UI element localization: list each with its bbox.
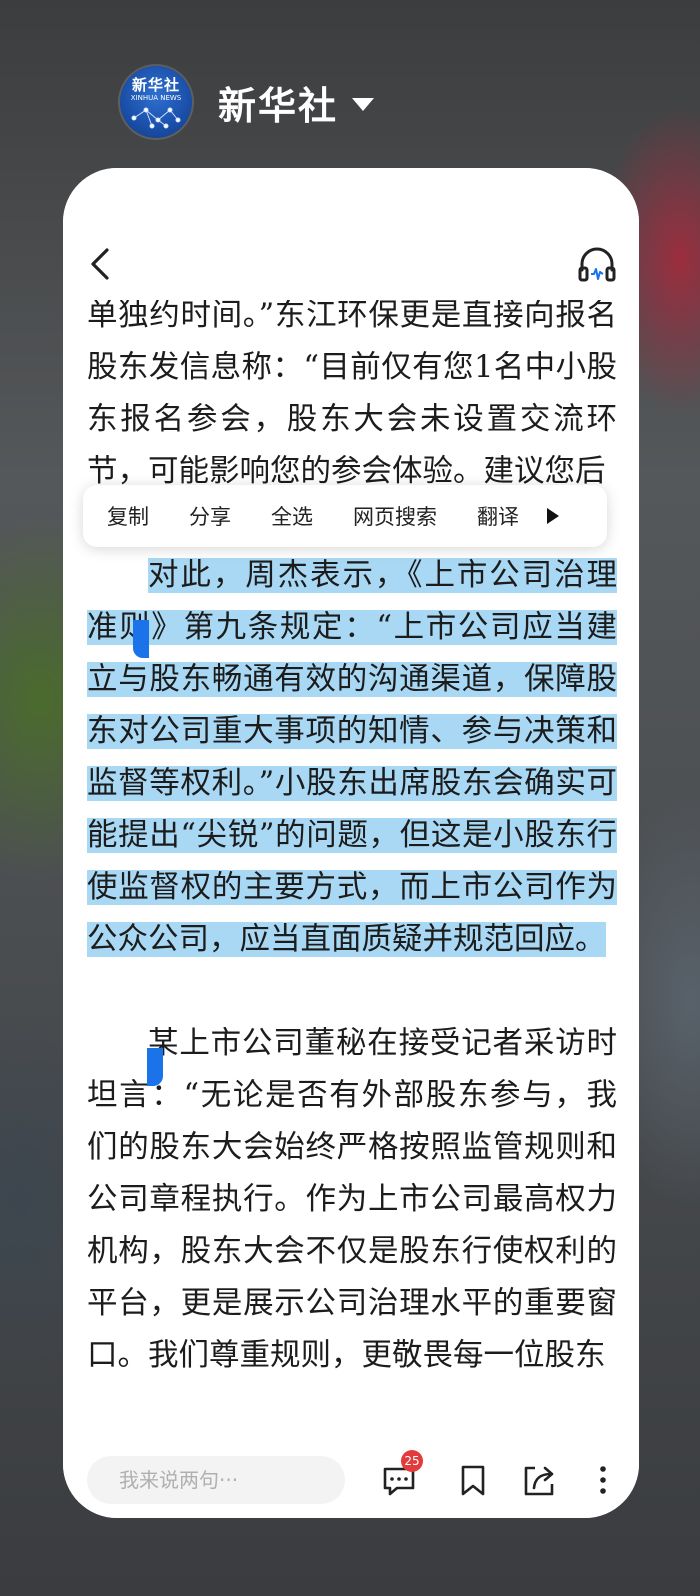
article-card: 单独约时间。”东江环保更是直接向报名股东发信息称：“目前仅有您1名中小股东报名参… (63, 168, 639, 1518)
xinhua-logo: 新华社 XINHUA NEWS (120, 66, 192, 138)
article-bottombar: 25 (63, 1440, 639, 1518)
article-paragraph-selected[interactable]: 对此，周杰表示，《上市公司治理准则》第九条规定：“上市公司应当建立与股东畅通有效… (87, 550, 617, 966)
more-button[interactable] (585, 1462, 621, 1498)
menu-web-search[interactable]: 网页搜索 (353, 501, 437, 531)
logo-text-en: XINHUA NEWS (130, 94, 182, 102)
menu-select-all[interactable]: 全选 (271, 501, 313, 531)
menu-copy[interactable]: 复制 (107, 501, 149, 531)
article-topbar (63, 168, 639, 300)
back-button[interactable] (85, 244, 115, 284)
article-body[interactable]: 单独约时间。”东江环保更是直接向报名股东发信息称：“目前仅有您1名中小股东报名参… (87, 290, 617, 1382)
listen-button[interactable] (577, 244, 617, 284)
chevron-left-icon (91, 248, 109, 280)
app-name: 新华社 (218, 83, 339, 128)
article-paragraph: 某上市公司董秘在接受记者采访时坦言：“无论是否有外部股东参与，我们的股东大会始终… (87, 1026, 617, 1373)
selection-start-handle[interactable] (133, 620, 149, 658)
text-selection-menu: 复制 分享 全选 网页搜索 翻译 (83, 485, 607, 547)
selection-end-handle[interactable] (147, 1048, 163, 1086)
menu-translate[interactable]: 翻译 (477, 501, 519, 531)
network-icon (131, 107, 181, 129)
comment-input[interactable] (87, 1456, 345, 1504)
share-icon (524, 1466, 554, 1496)
logo-text-cn: 新华社 (131, 76, 180, 94)
text-selection[interactable]: 对此，周杰表示，《上市公司治理准则》第九条规定：“上市公司应当建立与股东畅通有效… (87, 558, 617, 957)
app-header: 新华社 XINHUA NEWS 新华社 (120, 64, 375, 140)
more-vertical-icon (600, 1466, 606, 1494)
headphones-icon (578, 247, 616, 282)
chat-bubble-icon (383, 1467, 415, 1496)
app-switch-dropdown-icon[interactable] (352, 97, 375, 111)
article-paragraph: 单独约时间。”东江环保更是直接向报名股东发信息称：“目前仅有您1名中小股东报名参… (87, 298, 617, 489)
bookmark-icon (461, 1465, 485, 1496)
menu-more-icon[interactable] (547, 508, 559, 524)
comment-count-badge: 25 (401, 1450, 423, 1472)
menu-share[interactable]: 分享 (189, 501, 231, 531)
share-button[interactable] (521, 1462, 557, 1498)
favorite-button[interactable] (455, 1462, 491, 1498)
